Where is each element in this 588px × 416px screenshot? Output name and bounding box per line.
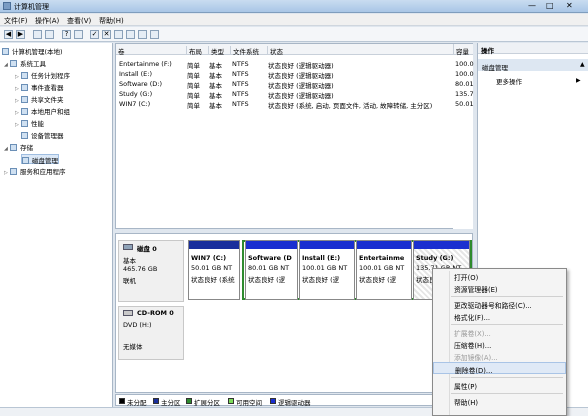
table-row[interactable]: Install (E:) 简单 基本 NTFS 状态良好 (逻辑驱动器) [116, 69, 472, 80]
legend-swatch-extended [186, 398, 192, 404]
ctx-format[interactable]: 格式化(F)... [433, 310, 566, 322]
toolbar: ◀ ▶ ? ✓ ✕ [0, 27, 588, 42]
tree-item-device-manager[interactable]: 设备管理器 [21, 130, 64, 140]
menu-file[interactable]: 文件(F) [4, 16, 28, 26]
actions-section-disk-management[interactable]: 磁盘管理 ▲ [478, 59, 588, 72]
event-icon [21, 84, 28, 91]
capacity-column: 容量 100.0 100.0 80.01 135.7 50.01 [453, 43, 474, 229]
ctx-help[interactable]: 帮助(H) [433, 395, 566, 407]
table-row[interactable]: Entertainme (F:) 简单 基本 NTFS 状态良好 (逻辑驱动器) [116, 59, 472, 70]
col-capacity[interactable]: 容量 [453, 44, 473, 56]
up-folder-icon[interactable] [33, 30, 42, 39]
actions-header: 操作 [478, 43, 588, 55]
legend-swatch-unallocated [119, 398, 125, 404]
tree-item-system-tools[interactable]: ◢ 系统工具 [4, 58, 46, 68]
forward-icon[interactable]: ▶ [16, 30, 25, 39]
ctx-change-drive-letter[interactable]: 更改驱动器号和路径(C)... [433, 298, 566, 310]
volume-list: 卷 布局 类型 文件系统 状态 Entertainme (F:) 简单 基本 N… [115, 43, 473, 229]
ctx-shrink-volume[interactable]: 压缩卷(H)... [433, 338, 566, 350]
legend-swatch-primary [153, 398, 159, 404]
users-icon [21, 108, 28, 115]
partition-d[interactable]: Software (D 80.01 GB NT 状态良好 (逻 [245, 240, 298, 300]
menu-view[interactable]: 查看(V) [67, 16, 91, 26]
cdrom0-label[interactable]: CD-ROM 0 DVD (H:) 无媒体 [118, 306, 184, 360]
tree-item-disk-management[interactable]: 磁盘管理 [21, 154, 59, 165]
list-view-icon[interactable] [74, 30, 83, 39]
ctx-extend-volume: 扩展卷(X)... [454, 330, 491, 338]
table-row[interactable]: Software (D:) 简单 基本 NTFS 状态良好 (逻辑驱动器) [116, 79, 472, 90]
cd-drive-icon [123, 310, 133, 316]
show-tree-icon[interactable] [45, 30, 54, 39]
tree-item-storage[interactable]: ◢ 存储 [4, 142, 33, 152]
computer-icon [2, 48, 9, 55]
tree-item-services[interactable]: ▷ 服务和应用程序 [4, 166, 66, 176]
volume-list-header: 卷 布局 类型 文件系统 状态 [116, 44, 472, 56]
legend-swatch-logical [270, 398, 276, 404]
tree-item-local-users[interactable]: ▷ 本地用户和组 [15, 106, 70, 116]
window-title: 计算机管理 [14, 3, 49, 11]
services-icon [10, 168, 17, 175]
legend-swatch-free [228, 398, 234, 404]
chevron-right-icon: ▶ [576, 77, 581, 84]
more-actions-link[interactable]: 更多操作 [496, 76, 522, 86]
clock-icon [21, 72, 28, 79]
legend: 未分配 主分区 扩展分区 可用空间 逻辑驱动器 [115, 394, 473, 407]
connect-icon[interactable] [114, 30, 123, 39]
context-menu: 打开(O) 资源管理器(E) 更改驱动器号和路径(C)... 格式化(F)...… [432, 268, 567, 416]
menu-action[interactable]: 操作(A) [35, 16, 59, 26]
checkmark-icon[interactable]: ✓ [90, 30, 99, 39]
disk-icon [22, 157, 29, 164]
partition-c[interactable]: WIN7 (C:) 50.01 GB NT 状态良好 (系统 [188, 240, 240, 300]
tree-item-task-scheduler[interactable]: ▷ 任务计划程序 [15, 70, 70, 80]
disk-graph-view: 磁盘 0 基本 465.76 GB 联机 WIN7 (C:) 50.01 GB … [115, 233, 473, 393]
properties-icon[interactable] [150, 30, 159, 39]
help-icon[interactable]: ? [62, 30, 71, 39]
partition-f[interactable]: Entertainme 100.01 GB NT 状态良好 (逻 [356, 240, 412, 300]
ctx-add-mirror: 添加镜像(A)... [454, 354, 498, 362]
storage-icon [10, 144, 17, 151]
back-icon[interactable]: ◀ [4, 30, 13, 39]
disk0-label[interactable]: 磁盘 0 基本 465.76 GB 联机 [118, 240, 184, 302]
ctx-properties[interactable]: 属性(P) [433, 379, 566, 391]
tree-item-performance[interactable]: ▷ 性能 [15, 118, 44, 128]
minimize-button[interactable]: — [528, 1, 536, 10]
ctx-explorer[interactable]: 资源管理器(E) [433, 282, 566, 294]
col-type[interactable]: 类型 [208, 46, 224, 56]
collapse-icon[interactable]: ▲ [580, 61, 585, 68]
partition-e[interactable]: Install (E:) 100.01 GB NT 状态良好 (逻 [299, 240, 355, 300]
tree-root[interactable]: 计算机管理(本地) [2, 46, 63, 56]
col-status[interactable]: 状态 [267, 46, 283, 56]
col-layout[interactable]: 布局 [186, 46, 202, 56]
close-button[interactable]: ✕ [566, 1, 573, 10]
navigation-tree: 计算机管理(本地) ◢ 系统工具 ▷ 任务计划程序 ▷ 事件查看器 ▷ 共享文件夹 ▷ 本… [0, 43, 113, 416]
tree-item-event-viewer[interactable]: ▷ 事件查看器 [15, 82, 64, 92]
device-icon [21, 132, 28, 139]
open-icon[interactable] [126, 30, 135, 39]
maximize-button[interactable]: □ [546, 1, 554, 10]
ctx-delete-volume[interactable]: 删除卷(D)... [433, 362, 566, 375]
col-filesystem[interactable]: 文件系统 [230, 46, 259, 56]
search-icon[interactable] [138, 30, 147, 39]
menu-help[interactable]: 帮助(H) [99, 16, 124, 26]
hard-disk-icon [123, 244, 133, 250]
ctx-open[interactable]: 打开(O) [433, 270, 566, 282]
table-row[interactable]: Study (G:) 简单 基本 NTFS 状态良好 (逻辑驱动器) [116, 89, 472, 100]
table-row[interactable]: WIN7 (C:) 简单 基本 NTFS 状态良好 (系统, 启动, 页面文件,… [116, 99, 472, 110]
performance-icon [21, 120, 28, 127]
menu-bar: 文件(F) 操作(A) 查看(V) 帮助(H) [0, 14, 588, 26]
col-volume[interactable]: 卷 [116, 46, 125, 56]
delete-icon[interactable]: ✕ [102, 30, 111, 39]
computer-management-icon [3, 2, 11, 10]
tree-item-shared-folders[interactable]: ▷ 共享文件夹 [15, 94, 64, 104]
tools-icon [10, 60, 17, 67]
title-bar: 计算机管理 — □ ✕ [0, 0, 588, 13]
folder-icon [21, 96, 28, 103]
